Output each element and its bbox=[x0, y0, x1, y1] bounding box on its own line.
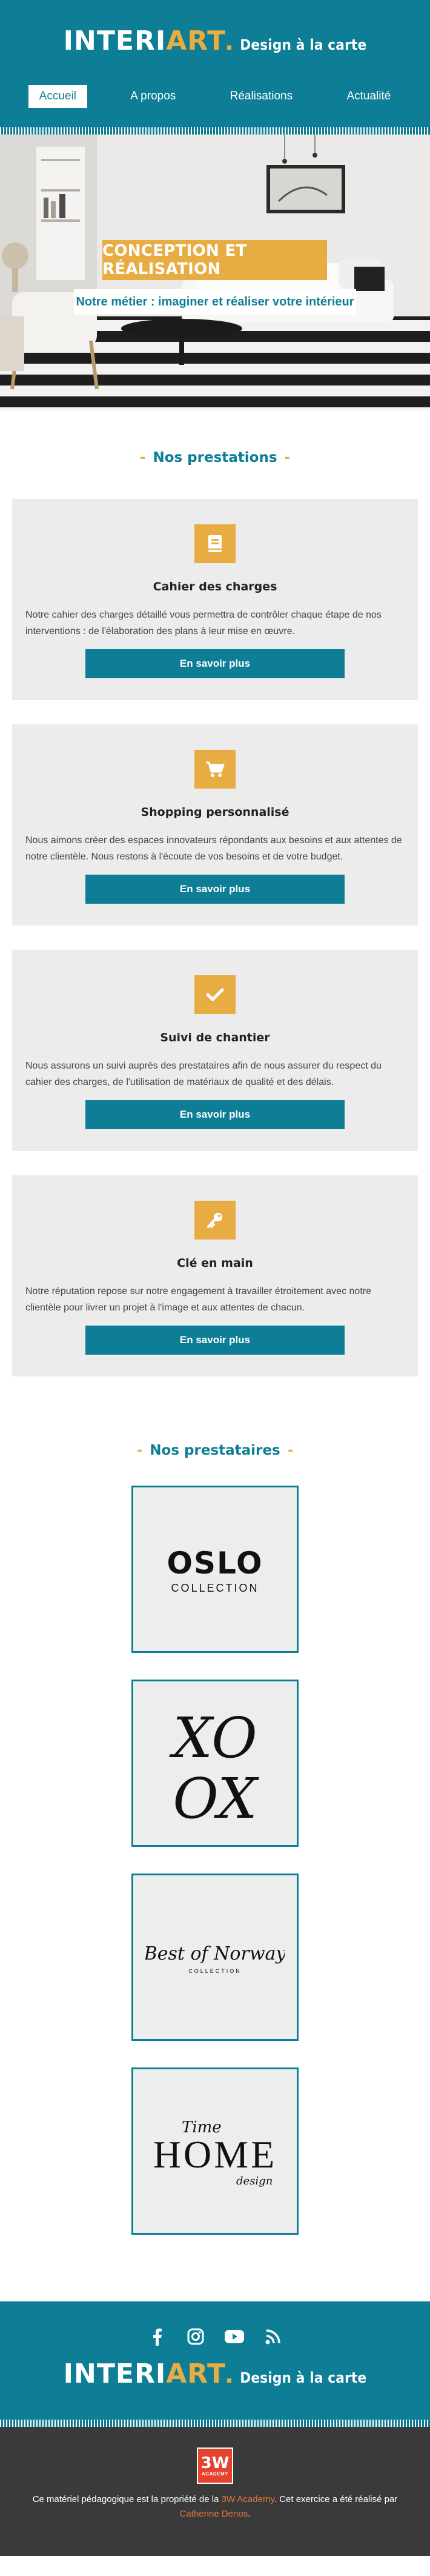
services-section-title: - Nos prestations - bbox=[139, 450, 291, 465]
academy-link[interactable]: 3W Academy bbox=[222, 2494, 274, 2504]
credits-text: Ce matériel pédagogique est la propriété… bbox=[32, 2494, 398, 2519]
service-card-text: Nous assurons un suivi auprès des presta… bbox=[25, 1061, 382, 1087]
service-card-title: Suivi de chantier bbox=[160, 1031, 270, 1044]
svg-text:COLLECTION: COLLECTION bbox=[188, 1968, 242, 1974]
service-card: Clé en main Notre réputation repose sur … bbox=[12, 1175, 418, 1376]
svg-text:design: design bbox=[236, 2175, 273, 2187]
youtube-icon[interactable] bbox=[223, 2326, 245, 2347]
svg-text:Best of Norway: Best of Norway bbox=[145, 1943, 285, 1964]
service-card-title: Cahier des charges bbox=[153, 580, 277, 593]
checkmark-icon bbox=[194, 975, 236, 1014]
svg-text:OSLO: OSLO bbox=[167, 1546, 263, 1581]
learn-more-button[interactable]: En savoir plus bbox=[85, 875, 345, 904]
book-icon bbox=[194, 524, 236, 563]
learn-more-button[interactable]: En savoir plus bbox=[85, 1100, 345, 1129]
svg-text:OX: OX bbox=[173, 1766, 259, 1831]
service-card-title: Shopping personnalisé bbox=[141, 806, 289, 819]
main-nav: Accueil A propos Réalisations Actualité bbox=[0, 85, 430, 108]
nav-item-accueil[interactable]: Accueil bbox=[28, 85, 87, 108]
footer-logo-row: INTERIART Design à la carte bbox=[0, 2358, 430, 2389]
hero-subtitle: Notre métier : imaginer et réaliser votr… bbox=[74, 289, 356, 315]
academy-badge-logo[interactable]: 3W ACADEMY bbox=[197, 2448, 233, 2484]
service-card-text: Notre réputation repose sur notre engage… bbox=[25, 1286, 371, 1313]
service-card-title: Clé en main bbox=[177, 1256, 253, 1270]
logo-wordmark: INTERIART bbox=[64, 25, 232, 56]
service-card-text: Nous aimons créer des espaces innovateur… bbox=[25, 835, 402, 862]
facebook-icon[interactable] bbox=[146, 2326, 168, 2347]
author-link[interactable]: Catherine Denos bbox=[180, 2509, 248, 2519]
partner-logo-xoox[interactable]: XO OX bbox=[131, 1680, 299, 1847]
nav-item-realisations[interactable]: Réalisations bbox=[219, 85, 304, 108]
service-card: Suivi de chantier Nous assurons un suivi… bbox=[12, 950, 418, 1151]
partners-section-title: - Nos prestataires - bbox=[136, 1443, 294, 1458]
svg-text:XO: XO bbox=[169, 1706, 257, 1770]
service-card: Cahier des charges Notre cahier des char… bbox=[12, 499, 418, 700]
service-card: Shopping personnalisé Nous aimons créer … bbox=[12, 724, 418, 926]
logo-wordmark: INTERIART bbox=[64, 2358, 232, 2389]
hero-banner: CONCEPTION ET RÉALISATION Notre métier :… bbox=[0, 135, 430, 410]
credits-footer: 3W ACADEMY Ce matériel pédagogique est l… bbox=[0, 2427, 430, 2556]
instagram-icon[interactable] bbox=[185, 2326, 207, 2347]
logo-tagline: Design à la carte bbox=[240, 36, 367, 53]
learn-more-button[interactable]: En savoir plus bbox=[85, 1326, 345, 1355]
site-logo[interactable]: INTERIART Design à la carte bbox=[64, 25, 367, 56]
partner-logo-best-of-norway[interactable]: Best of Norway COLLECTION bbox=[131, 1874, 299, 2041]
logo-tagline: Design à la carte bbox=[240, 2369, 367, 2386]
nav-item-actualite[interactable]: Actualité bbox=[336, 85, 402, 108]
rss-icon[interactable] bbox=[262, 2326, 284, 2347]
partner-logo-time-home-design[interactable]: Time HOME design bbox=[131, 2067, 299, 2235]
learn-more-button[interactable]: En savoir plus bbox=[85, 649, 345, 678]
footer-fringe-divider bbox=[0, 2420, 430, 2427]
footer-logo[interactable]: INTERIART Design à la carte bbox=[64, 2358, 367, 2389]
nav-item-a-propos[interactable]: A propos bbox=[119, 85, 187, 108]
service-card-text: Notre cahier des charges détaillé vous p… bbox=[25, 610, 382, 636]
partner-logo-oslo[interactable]: OSLO COLLECTION bbox=[131, 1486, 299, 1653]
site-header: INTERIART Design à la carte Accueil A pr… bbox=[0, 0, 430, 135]
key-icon bbox=[194, 1201, 236, 1240]
social-links bbox=[0, 2326, 430, 2347]
hero-title: CONCEPTION ET RÉALISATION bbox=[102, 240, 327, 280]
shopping-cart-icon bbox=[194, 750, 236, 789]
site-footer: INTERIART Design à la carte bbox=[0, 2301, 430, 2427]
header-logo-row: INTERIART Design à la carte bbox=[0, 25, 430, 56]
header-fringe-divider bbox=[0, 127, 430, 135]
svg-text:COLLECTION: COLLECTION bbox=[171, 1582, 259, 1594]
svg-text:HOME: HOME bbox=[153, 2133, 277, 2176]
